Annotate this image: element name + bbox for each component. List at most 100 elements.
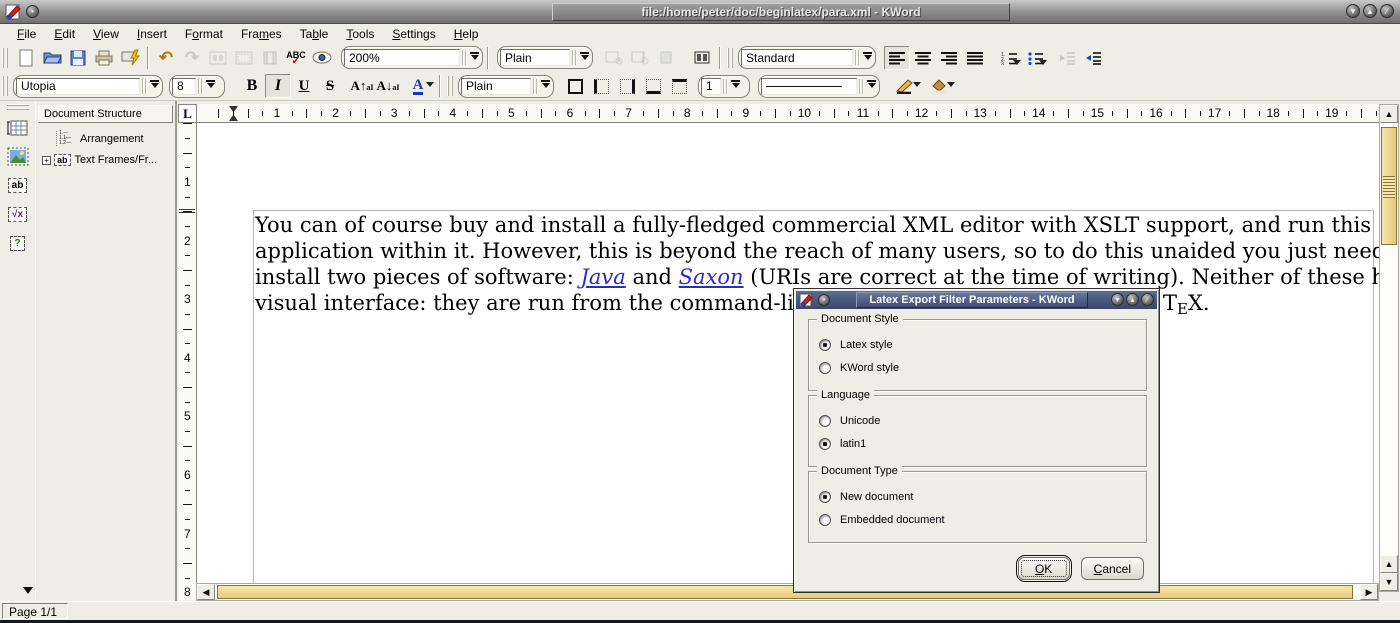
toolbar-handle[interactable] (2, 48, 10, 68)
scroll-down-button[interactable]: ▼ (1380, 573, 1398, 591)
scroll-up-button-bottom[interactable]: ▲ (1380, 555, 1398, 573)
chevron-down-icon[interactable] (206, 80, 215, 92)
horizontal-scrollbar[interactable]: ◀ ▶ (196, 583, 1379, 601)
bullet-list-button[interactable] (1022, 46, 1048, 70)
style-template-value[interactable]: Standard (741, 49, 853, 66)
print-preview-button[interactable] (117, 46, 143, 70)
zoom-value[interactable]: 200% (344, 49, 460, 66)
paragraph-style-combobox[interactable]: Plain (497, 46, 593, 69)
increase-indent-button[interactable] (1080, 46, 1106, 70)
chevron-down-icon[interactable] (863, 52, 872, 64)
insert-formula-button[interactable]: √x (5, 202, 31, 227)
menu-edit[interactable]: Edit (45, 26, 84, 42)
align-right-button[interactable] (936, 46, 962, 70)
window-menu-button[interactable]: • (26, 5, 39, 18)
border-outline-button[interactable] (562, 74, 588, 98)
style-template-combobox[interactable]: Standard (738, 46, 876, 69)
zoom-combobox[interactable]: 200% (341, 46, 483, 69)
border-width-value[interactable]: 1 (701, 78, 721, 95)
document-text-tail[interactable]: TEX. (1163, 290, 1210, 322)
radio-button-latin1[interactable] (819, 438, 831, 450)
columns-button[interactable] (689, 46, 715, 70)
menu-view[interactable]: View (84, 26, 128, 42)
border-line-style-value[interactable] (761, 78, 857, 95)
titlebar[interactable]: • file:/home/peter/doc/beginlatex/para.x… (0, 0, 1400, 24)
border-line-style-combobox[interactable] (758, 75, 880, 98)
superscript-button[interactable]: A↑aI (349, 74, 375, 98)
radio-option-kword-style[interactable]: KWord style (819, 360, 899, 376)
save-button[interactable] (65, 46, 91, 70)
decrease-indent-button[interactable] (1054, 46, 1080, 70)
frame-style-combobox[interactable]: Plain (458, 75, 554, 98)
border-left-button[interactable] (588, 74, 614, 98)
border-right-button[interactable] (614, 74, 640, 98)
insert-object-button[interactable]: ? (5, 231, 31, 256)
document-canvas[interactable]: You can of course buy and install a full… (197, 123, 1379, 583)
chevron-down-icon[interactable] (867, 80, 876, 92)
delete-frame-button[interactable] (231, 46, 257, 70)
hyperlink-java[interactable]: Java (580, 265, 625, 289)
create-style-button[interactable] (601, 46, 627, 70)
menu-file[interactable]: File (8, 26, 45, 42)
insert-text-frame-button[interactable]: ab (5, 173, 31, 198)
border-color-button[interactable] (888, 74, 922, 98)
toolbar-handle[interactable] (447, 76, 455, 96)
menu-settings[interactable]: Settings (383, 26, 444, 42)
close-button[interactable]: ∕ (1380, 4, 1394, 18)
chevron-down-icon[interactable] (947, 82, 955, 91)
border-bottom-button[interactable] (640, 74, 666, 98)
menu-tools[interactable]: Tools (337, 26, 383, 42)
dialog-titlebar[interactable]: • Latex Export Filter Parameters - KWord… (796, 291, 1157, 309)
font-size-combobox[interactable]: 8 (169, 75, 225, 98)
underline-button[interactable]: U (291, 74, 317, 98)
bold-button[interactable]: B (239, 74, 265, 98)
chevron-down-icon[interactable] (731, 80, 740, 92)
horizontal-ruler[interactable]: 1234567891011121314151617181920 (197, 104, 1379, 123)
tree-item-arrangement[interactable]: 1.—1.1—1.2— Arrangement (42, 131, 175, 146)
vertical-ruler[interactable]: 12345678 (178, 123, 197, 600)
maximize-button[interactable]: ▴ (1363, 4, 1377, 18)
new-document-button[interactable] (13, 46, 39, 70)
minimize-button[interactable]: ▾ (1346, 4, 1360, 18)
frame-properties-button[interactable] (257, 46, 283, 70)
radio-button-unicode[interactable] (819, 415, 831, 427)
dialog-close-button[interactable]: ∕ (1141, 293, 1154, 306)
formatting-characters-button[interactable] (309, 46, 335, 70)
font-family-combobox[interactable]: Utopia (13, 75, 163, 98)
chevron-down-icon[interactable] (1013, 60, 1021, 69)
latex-export-dialog[interactable]: • Latex Export Filter Parameters - KWord… (793, 288, 1160, 593)
cancel-button[interactable]: Cancel (1081, 557, 1144, 580)
menu-table[interactable]: Table (291, 26, 338, 42)
italic-button[interactable]: I (265, 74, 291, 98)
tree-item-label[interactable]: Arrangement (80, 133, 144, 145)
tab-selector-button[interactable]: L (178, 104, 197, 123)
radio-option-unicode[interactable]: Unicode (819, 413, 880, 429)
tree-item-label[interactable]: Text Frames/Fr... (75, 154, 158, 166)
chevron-down-icon[interactable] (580, 52, 589, 64)
edit-frame-button[interactable] (205, 46, 231, 70)
radio-button-embedded-document[interactable] (819, 514, 831, 526)
insert-table-button[interactable] (5, 115, 31, 140)
chevron-down-icon[interactable] (426, 82, 434, 91)
radio-button-kword-style[interactable] (819, 362, 831, 374)
update-style-button[interactable] (627, 46, 653, 70)
chevron-down-icon[interactable] (1039, 60, 1047, 69)
background-color-button[interactable] (922, 74, 956, 98)
toolbar-overflow-arrow[interactable] (23, 587, 33, 599)
insert-picture-button[interactable] (5, 144, 31, 169)
chevron-down-icon[interactable] (150, 80, 159, 92)
radio-button-latex-style[interactable] (819, 339, 831, 351)
radio-option-latex-style[interactable]: Latex style (819, 337, 893, 353)
frame-style-value[interactable]: Plain (461, 78, 531, 95)
chevron-down-icon[interactable] (541, 80, 550, 92)
subscript-button[interactable]: A↓aI (375, 74, 401, 98)
ok-button[interactable]: OK (1018, 557, 1070, 580)
toolbar-handle[interactable] (727, 48, 735, 68)
open-button[interactable] (39, 46, 65, 70)
print-button[interactable] (91, 46, 117, 70)
menu-frames[interactable]: Frames (232, 26, 291, 42)
font-family-value[interactable]: Utopia (16, 78, 140, 95)
vertical-scroll-thumb[interactable] (1381, 127, 1397, 245)
radio-option-new-document[interactable]: New document (819, 489, 913, 505)
radio-button-new-document[interactable] (819, 491, 831, 503)
